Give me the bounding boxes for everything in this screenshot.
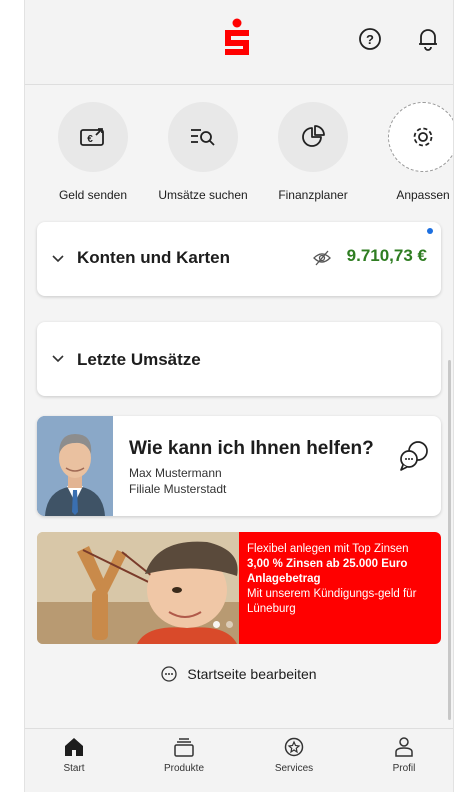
accounts-card[interactable]: Konten und Karten 9.710,73 € <box>37 222 441 296</box>
chevron-down-icon <box>52 355 64 363</box>
geld-senden-button[interactable]: € Geld senden <box>43 102 143 202</box>
app-window: ? € Geld senden Umsätze suchen Finanzpla… <box>24 0 454 792</box>
tab-profil[interactable]: Profil <box>369 737 439 774</box>
pie-chart-icon <box>302 125 325 147</box>
search-list-icon <box>191 129 215 146</box>
tab-label: Produkte <box>163 763 205 774</box>
stack-icon <box>174 738 194 757</box>
gear-icon <box>413 127 433 147</box>
advisor-title: Wie kann ich Ihnen helfen? <box>129 438 374 459</box>
promo-rate: 3,00 % Zinsen ab 25.000 Euro Anlagebetra… <box>247 558 408 585</box>
advisor-portrait <box>37 416 113 516</box>
anpassen-button[interactable]: Anpassen <box>373 102 453 202</box>
quick-actions: € Geld senden Umsätze suchen Finanzplane… <box>25 86 453 214</box>
svg-text:?: ? <box>366 32 374 47</box>
notification-dot <box>427 228 433 234</box>
action-circle <box>388 102 453 172</box>
edit-home-button[interactable]: Startseite bearbeiten <box>25 666 453 682</box>
tab-label: Services <box>274 763 314 774</box>
tab-label: Profil <box>392 763 416 774</box>
finanzplaner-button[interactable]: Finanzplaner <box>263 102 363 202</box>
balance-amount: 9.710,73 € <box>346 246 427 265</box>
transactions-title: Letzte Umsätze <box>77 350 201 369</box>
action-circle <box>168 102 238 172</box>
tab-services[interactable]: Services <box>259 737 329 774</box>
edit-home-label: Startseite bearbeiten <box>187 666 317 682</box>
action-label: Umsätze suchen <box>158 188 248 202</box>
action-circle <box>278 102 348 172</box>
tab-start[interactable]: Start <box>39 737 109 774</box>
action-circle: € <box>58 102 128 172</box>
advisor-branch: Filiale Musterstadt <box>129 482 227 496</box>
promo-subline: Mit unserem Kündigungs-geld für Lüneburg <box>247 588 417 615</box>
child-slingshot-image <box>37 532 239 644</box>
person-icon <box>395 737 413 757</box>
promo-headline: Flexibel anlegen mit Top Zinsen <box>247 543 409 555</box>
transactions-card[interactable]: Letzte Umsätze <box>37 322 441 396</box>
promo-text-panel: Flexibel anlegen mit Top Zinsen 3,00 % Z… <box>239 532 441 644</box>
bottom-tab-bar: Start Produkte Services Profil <box>25 728 453 792</box>
umsaetze-suchen-button[interactable]: Umsätze suchen <box>153 102 253 202</box>
services-icon <box>284 737 304 757</box>
action-label: Geld senden <box>58 188 128 202</box>
eye-off-icon[interactable] <box>313 249 331 267</box>
scrollbar[interactable] <box>448 360 451 720</box>
svg-text:€: € <box>87 134 93 145</box>
bell-icon[interactable] <box>415 26 441 52</box>
money-send-icon: € <box>80 128 104 146</box>
more-icon <box>161 666 178 682</box>
chevron-down-icon <box>52 255 64 263</box>
home-icon <box>65 738 83 756</box>
top-bar: ? <box>25 0 453 85</box>
promo-image <box>37 532 239 644</box>
tab-produkte[interactable]: Produkte <box>149 737 219 774</box>
sparkasse-logo <box>225 18 249 55</box>
advisor-card[interactable]: Wie kann ich Ihnen helfen? Max Musterman… <box>37 416 441 516</box>
advisor-name: Max Mustermann <box>129 466 222 480</box>
tab-label: Start <box>63 763 85 774</box>
action-label: Finanzplaner <box>278 188 348 202</box>
accounts-title: Konten und Karten <box>77 248 230 267</box>
chat-icon[interactable] <box>397 438 431 472</box>
action-label: Anpassen <box>396 188 450 202</box>
promo-banner[interactable]: Flexibel anlegen mit Top Zinsen 3,00 % Z… <box>37 532 441 644</box>
carousel-dots[interactable] <box>213 615 239 633</box>
help-icon[interactable]: ? <box>357 26 383 52</box>
advisor-photo <box>37 416 113 516</box>
